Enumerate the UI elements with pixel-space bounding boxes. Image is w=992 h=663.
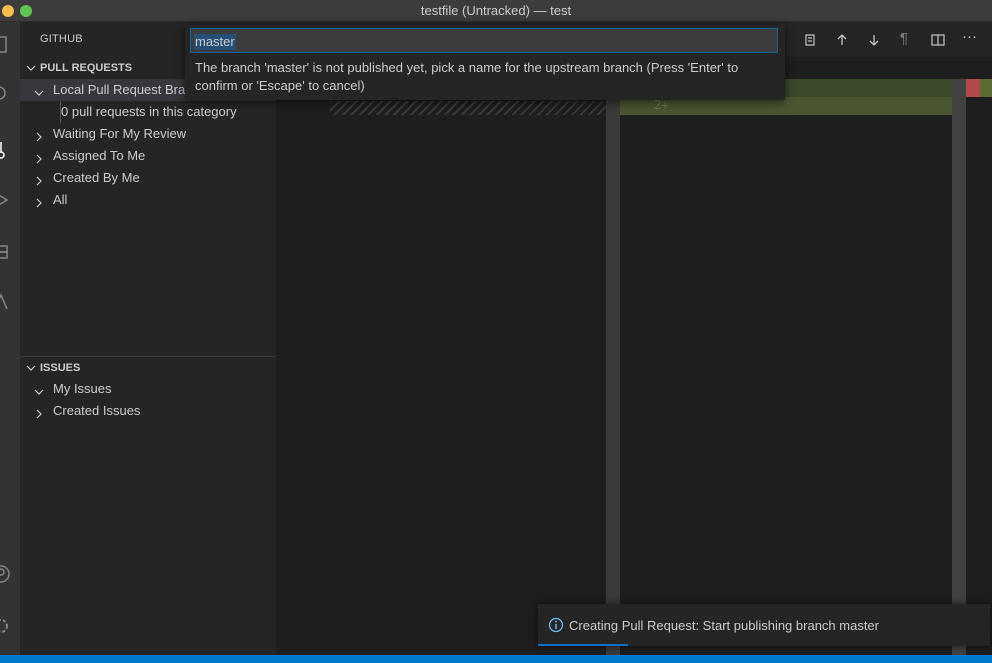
explorer-icon[interactable] <box>0 34 11 54</box>
tree-item-label: Assigned To Me <box>53 148 146 163</box>
title-bar: testfile (Untracked) — test <box>0 0 992 22</box>
account-icon[interactable] <box>0 564 11 584</box>
tree-item-all[interactable]: All <box>20 189 276 211</box>
chevron-right-icon <box>33 150 45 164</box>
chevron-right-icon <box>33 128 45 142</box>
overview-added-marker <box>980 79 992 97</box>
tree-item-created-issues[interactable]: Created Issues <box>20 400 276 422</box>
split-editor-icon[interactable] <box>930 32 946 48</box>
tree-item-label: Waiting For My Review <box>53 126 187 141</box>
chevron-right-icon <box>33 194 45 208</box>
chevron-down-icon <box>25 357 37 379</box>
notification-message: Creating Pull Request: Start publishing … <box>569 618 879 633</box>
more-icon[interactable]: ··· <box>962 28 977 45</box>
chevron-right-icon <box>33 172 45 186</box>
issues-section-header[interactable]: ISSUES <box>20 357 276 379</box>
diff-removed-placeholder <box>330 101 606 115</box>
overview-ruler <box>966 79 992 655</box>
search-icon[interactable] <box>0 84 11 104</box>
tree-item-created-by-me[interactable]: Created By Me <box>20 167 276 189</box>
chevron-right-icon <box>33 405 45 419</box>
arrow-down-icon[interactable] <box>866 32 882 48</box>
diff-modified-scrollbar[interactable] <box>952 79 966 655</box>
chevron-down-icon <box>33 84 45 96</box>
chevron-down-icon <box>33 383 45 395</box>
status-bar <box>0 655 992 663</box>
branch-name-selection: master <box>194 34 236 50</box>
notification-toast[interactable]: Creating Pull Request: Start publishing … <box>538 604 990 646</box>
tree-item-empty-message: 0 pull requests in this category <box>20 101 276 123</box>
source-control-icon[interactable] <box>0 140 11 160</box>
activity-bar <box>0 22 20 655</box>
quick-input-widget: master The branch 'master' is not publis… <box>185 25 785 100</box>
tree-item-waiting-review[interactable]: Waiting For My Review <box>20 123 276 145</box>
arrow-up-icon[interactable] <box>834 32 850 48</box>
pilcrow-icon[interactable]: ¶ <box>900 30 908 47</box>
diff-original-pane[interactable] <box>276 79 606 655</box>
chevron-down-icon <box>25 57 37 79</box>
notification-progress-bar <box>538 644 628 646</box>
tree-item-label: 0 pull requests in this category <box>61 104 237 119</box>
overview-removed-marker <box>966 79 980 97</box>
extensions-icon[interactable] <box>0 242 11 262</box>
section-title: PULL REQUESTS <box>40 62 133 74</box>
open-changes-icon[interactable] <box>802 32 818 48</box>
info-icon <box>548 617 564 633</box>
tree-item-label: All <box>53 192 68 207</box>
section-title: ISSUES <box>40 362 81 374</box>
run-icon[interactable] <box>0 190 11 210</box>
github-icon[interactable] <box>0 292 11 312</box>
sidebar: GITHUB PULL REQUESTS Local Pull Request … <box>20 22 276 655</box>
diff-modified-pane[interactable] <box>620 79 952 655</box>
quick-input-message: The branch 'master' is not published yet… <box>195 60 739 93</box>
line-number: 2+ <box>654 98 669 112</box>
tree-item-label: Created By Me <box>53 170 140 185</box>
branch-name-input[interactable] <box>190 28 778 53</box>
window-title: testfile (Untracked) — test <box>420 3 572 18</box>
gear-icon[interactable] <box>0 616 11 636</box>
tree-item-label: My Issues <box>53 381 112 396</box>
tree-item-my-issues[interactable]: My Issues <box>20 378 276 400</box>
tree-item-label: Created Issues <box>53 403 141 418</box>
tree-item-assigned-to-me[interactable]: Assigned To Me <box>20 145 276 167</box>
diff-original-scrollbar[interactable] <box>606 79 620 655</box>
